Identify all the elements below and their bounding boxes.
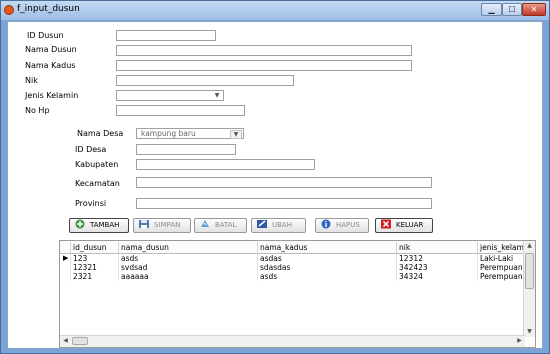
app-icon	[4, 5, 14, 15]
nama-desa-value: kampung baru	[141, 129, 196, 138]
tambah-label: TAMBAH	[90, 221, 120, 229]
scroll-left-icon[interactable]: ◀	[60, 336, 71, 346]
simpan-button[interactable]: SIMPAN	[133, 218, 191, 233]
column-header-nama-kadus[interactable]: nama_kadus	[257, 242, 396, 253]
nama-kadus-input[interactable]	[116, 60, 412, 71]
no-hp-label: No Hp	[25, 106, 50, 115]
title-bar[interactable]: f_input_dusun ▁ ☐ ✕	[1, 1, 549, 20]
id-dusun-label: ID Dusun	[27, 31, 64, 40]
current-row-indicator-icon: ▶	[63, 254, 69, 262]
keluar-button[interactable]: KELUAR	[375, 218, 433, 233]
nama-desa-select[interactable]: kampung baru ▼	[136, 128, 244, 139]
table-row[interactable]: 12321 svdsad sdasdas 342423 Perempuan	[60, 263, 525, 272]
horizontal-scroll-thumb[interactable]	[72, 337, 88, 345]
table-cell[interactable]: Perempuan	[477, 263, 525, 272]
column-header-nik[interactable]: nik	[396, 242, 477, 253]
nama-dusun-label: Nama Dusun	[25, 45, 77, 54]
save-icon	[138, 219, 150, 229]
nik-label: Nik	[25, 76, 38, 85]
exit-icon	[380, 219, 392, 229]
ubah-label: UBAH	[272, 221, 292, 229]
maximize-icon: ☐	[508, 5, 516, 14]
provinsi-label: Provinsi	[75, 199, 107, 208]
hapus-button[interactable]: HAPUS	[315, 218, 369, 233]
table-cell[interactable]: 342423	[396, 263, 477, 272]
close-icon: ✕	[530, 5, 538, 14]
scroll-up-icon[interactable]: ▲	[524, 241, 535, 251]
table-cell[interactable]: 34324	[396, 272, 477, 281]
kecamatan-label: Kecamatan	[75, 179, 120, 188]
minimize-button[interactable]: ▁	[481, 3, 502, 16]
table-cell[interactable]: asds	[118, 254, 257, 263]
table-cell[interactable]: sdasdas	[257, 263, 396, 272]
column-header-nama-dusun[interactable]: nama_dusun	[118, 242, 257, 253]
keluar-label: KELUAR	[396, 221, 424, 229]
table-cell[interactable]: svdsad	[118, 263, 257, 272]
table-cell[interactable]: 2321	[70, 272, 118, 281]
window-title: f_input_dusun	[17, 4, 80, 14]
table-row[interactable]: ▶ 123 asds asdas 12312 Laki-Laki	[60, 254, 525, 263]
table-cell[interactable]: 12312	[396, 254, 477, 263]
table-cell[interactable]: 12321	[70, 263, 118, 272]
table-cell[interactable]: asds	[257, 272, 396, 281]
jenis-kelamin-select[interactable]: ▼	[116, 90, 224, 101]
id-desa-input[interactable]	[136, 144, 236, 155]
ubah-button[interactable]: UBAH	[251, 218, 306, 233]
nama-kadus-label: Nama Kadus	[25, 61, 76, 70]
column-header-jenis-kelamin[interactable]: jenis_kelamin	[477, 242, 525, 253]
simpan-label: SIMPAN	[154, 221, 181, 229]
edit-icon	[256, 219, 268, 229]
table-row[interactable]: 2321 aaaaaa asds 34324 Perempuan	[60, 272, 525, 281]
cancel-icon	[199, 219, 211, 229]
table-cell[interactable]: Laki-Laki	[477, 254, 525, 263]
maximize-button[interactable]: ☐	[502, 3, 522, 16]
nik-input[interactable]	[116, 75, 294, 86]
tambah-button[interactable]: TAMBAH	[69, 218, 129, 233]
no-hp-input[interactable]	[116, 105, 245, 116]
column-header-id-dusun[interactable]: id_dusun	[70, 242, 118, 253]
scroll-down-icon[interactable]: ▼	[524, 327, 535, 337]
grid-header: id_dusun nama_dusun nama_kadus nik jenis…	[60, 241, 525, 254]
table-cell[interactable]: aaaaaa	[118, 272, 257, 281]
batal-button[interactable]: BATAL	[194, 218, 247, 233]
id-dusun-input[interactable]	[116, 30, 216, 41]
nama-desa-label: Nama Desa	[77, 129, 124, 138]
nama-dusun-input[interactable]	[116, 45, 412, 56]
hapus-label: HAPUS	[336, 221, 360, 229]
id-desa-label: ID Desa	[75, 145, 107, 154]
kabupaten-label: Kabupaten	[75, 160, 119, 169]
chevron-down-icon[interactable]: ▼	[230, 130, 242, 139]
table-cell[interactable]: Perempuan	[477, 272, 525, 281]
table-cell[interactable]: asdas	[257, 254, 396, 263]
horizontal-scrollbar[interactable]: ◀ ▶	[60, 335, 525, 347]
app-window: f_input_dusun ▁ ☐ ✕ ID Dusun Nama Dusun …	[0, 0, 550, 354]
minimize-icon: ▁	[488, 5, 495, 14]
vertical-scrollbar[interactable]: ▲ ▼	[523, 241, 535, 337]
data-grid[interactable]: id_dusun nama_dusun nama_kadus nik jenis…	[59, 240, 536, 348]
kabupaten-input[interactable]	[136, 159, 315, 170]
table-cell[interactable]: 123	[70, 254, 118, 263]
batal-label: BATAL	[215, 221, 237, 229]
chevron-down-icon[interactable]: ▼	[212, 92, 222, 99]
add-icon	[74, 219, 86, 229]
provinsi-input[interactable]	[136, 198, 432, 209]
jenis-kelamin-label: Jenis Kelamin	[25, 91, 79, 100]
close-button[interactable]: ✕	[522, 3, 546, 16]
vertical-scroll-thumb[interactable]	[525, 253, 534, 289]
kecamatan-input[interactable]	[136, 177, 432, 188]
scroll-right-icon[interactable]: ▶	[514, 336, 525, 346]
form-client-area: ID Dusun Nama Dusun Nama Kadus Nik Jenis…	[7, 21, 543, 349]
info-icon	[320, 219, 332, 229]
